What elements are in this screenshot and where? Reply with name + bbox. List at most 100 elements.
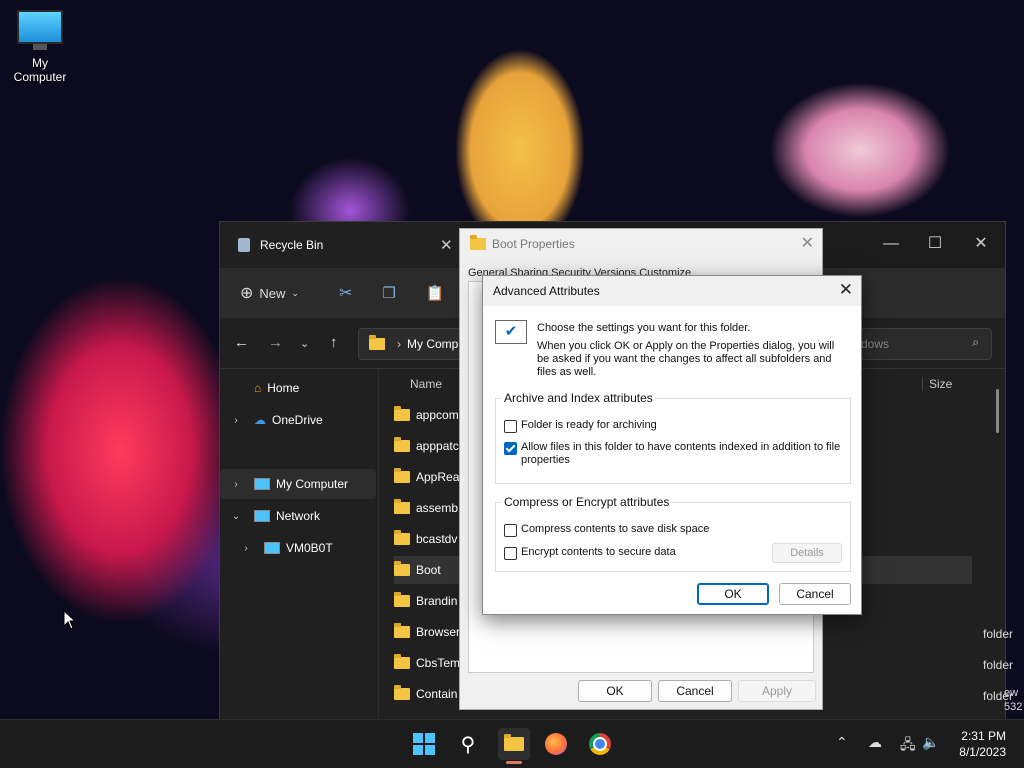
expand-chevron-icon[interactable]: › (230, 479, 242, 490)
tab-close-icon[interactable]: ✕ (440, 236, 453, 254)
network-icon (254, 510, 270, 522)
chevron-down-icon: ⌄ (291, 287, 299, 298)
paste-icon[interactable]: 📋 (426, 284, 445, 302)
new-label: New (259, 285, 286, 301)
sidebar-label-onedrive: OneDrive (272, 413, 323, 427)
index-checkbox-row[interactable]: Allow files in this folder to have conte… (504, 441, 844, 467)
sidebar-label-vm: VM0B0T (286, 541, 333, 555)
clock[interactable]: 2:31 PM 8/1/2023 (959, 728, 1006, 760)
file-type: folder (983, 658, 1014, 672)
computer-icon (264, 542, 280, 554)
breadcrumb-chevron-icon: › (397, 337, 401, 351)
column-header-name[interactable]: Name (410, 377, 442, 391)
folder-icon (394, 437, 410, 452)
minimize-button[interactable]: — (868, 230, 914, 258)
column-header-size[interactable]: Size (922, 377, 952, 391)
up-arrow-icon[interactable]: ↑ (330, 334, 338, 351)
volume-icon[interactable]: 🔈 (922, 734, 939, 751)
sidebar-item-onedrive[interactable]: › ☁ OneDrive (220, 405, 376, 435)
cut-icon[interactable]: ✂ (339, 283, 352, 303)
sidebar-item-home[interactable]: ⌂ Home (220, 373, 376, 403)
file-explorer-taskbar-button[interactable] (498, 728, 530, 764)
encrypt-checkbox-row[interactable]: Encrypt contents to secure data (504, 546, 676, 560)
folder-icon (394, 530, 410, 545)
file-name: bcastdv (416, 532, 458, 546)
archive-checkbox-row[interactable]: Folder is ready for archiving (504, 419, 657, 433)
ok-button[interactable]: OK (578, 680, 652, 702)
search-icon[interactable]: ⚲ (454, 730, 482, 758)
sidebar-item-my-computer[interactable]: › My Computer (220, 469, 376, 499)
apply-button[interactable]: Apply (738, 680, 816, 702)
compress-checkbox[interactable] (504, 524, 517, 537)
compress-label: Compress contents to save disk space (521, 523, 710, 535)
network-icon[interactable]: 🖧 (900, 734, 916, 758)
dialog-title: Advanced Attributes (493, 284, 600, 298)
close-icon[interactable]: ✕ (839, 280, 853, 300)
recent-chevron-icon[interactable]: ⌄ (300, 337, 309, 350)
monitor-icon (17, 10, 63, 44)
desktop-icon-my-computer[interactable]: My Computer (4, 10, 76, 84)
folder-icon (394, 561, 410, 576)
active-indicator (506, 761, 522, 764)
folder-icon (394, 468, 410, 483)
new-button[interactable]: ⊕ New ⌄ (240, 283, 299, 303)
advanced-attributes-dialog: Advanced Attributes ✕ ✔ Choose the setti… (482, 275, 862, 615)
chevron-up-icon[interactable]: ⌃ (836, 734, 848, 751)
plus-circle-icon: ⊕ (240, 285, 254, 302)
taskbar: ⚲ ⌃ ☁ 🖧 🔈 2:31 PM 8/1/2023 (0, 719, 1024, 768)
archive-checkbox[interactable] (504, 420, 517, 433)
copy-icon[interactable]: ❐ (382, 284, 395, 302)
sidebar-item-network[interactable]: ⌄ Network (220, 501, 376, 531)
cloud-off-icon[interactable]: ☁ (868, 734, 882, 751)
file-name: apppatc (416, 439, 459, 453)
file-name: assemb (416, 501, 459, 515)
intro-detail-text: When you click OK or Apply on the Proper… (537, 340, 835, 378)
folder-icon (394, 623, 410, 638)
folder-icon (394, 654, 410, 669)
compress-encrypt-group: Compress or Encrypt attributes Compress … (495, 495, 851, 572)
encrypt-checkbox[interactable] (504, 547, 517, 560)
clock-time: 2:31 PM (961, 729, 1006, 743)
folder-check-icon: ✔ (495, 320, 527, 344)
details-button[interactable]: Details (772, 543, 842, 563)
navigation-pane: ⌂ Home › ☁ OneDrive › My Computer ⌄ Netw… (220, 369, 379, 722)
folder-icon (394, 406, 410, 421)
firefox-logo (545, 733, 567, 755)
file-name: CbsTem (416, 656, 461, 670)
scrollbar-thumb[interactable] (996, 389, 999, 433)
compress-checkbox-row[interactable]: Compress contents to save disk space (504, 523, 709, 537)
index-checkbox[interactable] (504, 442, 517, 455)
ok-button[interactable]: OK (697, 583, 769, 605)
expand-chevron-icon[interactable]: › (230, 415, 242, 426)
sidebar-label-home: Home (267, 381, 300, 395)
edge-text: ew 532 (1004, 686, 1024, 714)
dialog-title: Boot Properties (470, 235, 575, 251)
file-name: Browser (416, 625, 461, 639)
tab-recycle-bin[interactable]: Recycle Bin ✕ (220, 222, 460, 268)
cancel-button[interactable]: Cancel (658, 680, 732, 702)
dialog-title-text: Boot Properties (492, 237, 575, 251)
file-name: Brandin (416, 594, 458, 608)
tab-title: Recycle Bin (260, 238, 324, 252)
close-button[interactable]: ✕ (958, 230, 1004, 258)
index-label: Allow files in this folder to have conte… (521, 441, 841, 466)
sidebar-item-vm[interactable]: › VM0B0T (220, 533, 376, 563)
breadcrumb-my-computer[interactable]: My Compu (407, 337, 465, 351)
firefox-icon[interactable] (542, 730, 570, 758)
search-icon: ⌕ (972, 335, 979, 349)
cursor-icon (63, 610, 77, 630)
forward-arrow-icon[interactable]: → (268, 334, 283, 351)
maximize-button[interactable]: ☐ (912, 230, 958, 258)
start-button[interactable] (410, 730, 438, 758)
desktop-icon-label: My Computer (13, 56, 67, 84)
monitor-stand (33, 44, 47, 50)
windows-logo-icon (413, 733, 435, 755)
chrome-icon[interactable] (586, 730, 614, 758)
expand-chevron-icon[interactable]: › (240, 543, 252, 554)
cancel-button[interactable]: Cancel (779, 583, 851, 605)
folder-icon (394, 592, 410, 607)
back-arrow-icon[interactable]: ← (234, 334, 249, 351)
folder-icon (504, 734, 524, 751)
close-icon[interactable]: ✕ (801, 233, 814, 253)
collapse-chevron-icon[interactable]: ⌄ (230, 511, 242, 522)
